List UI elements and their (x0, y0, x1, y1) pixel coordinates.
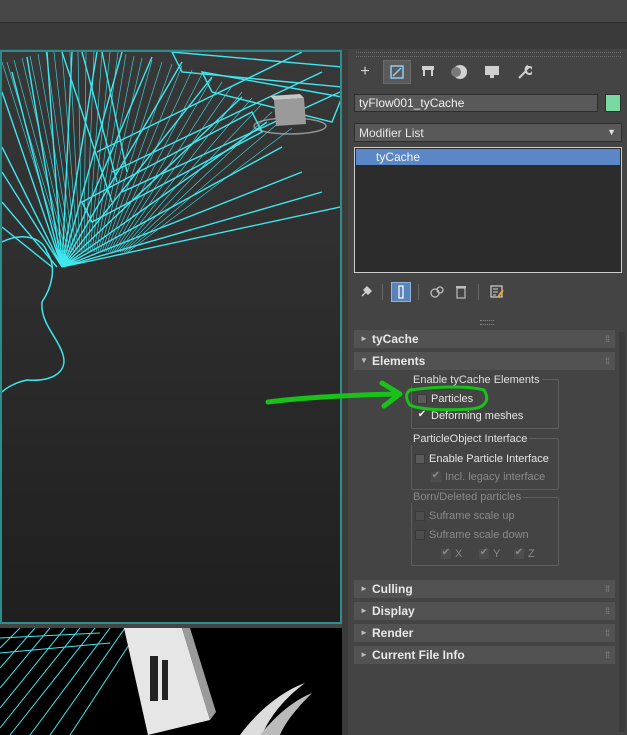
group-title: Enable tyCache Elements (411, 374, 542, 386)
splitter-grip[interactable] (480, 320, 494, 325)
viewport-wireframe (2, 52, 340, 393)
make-unique-icon[interactable] (427, 282, 447, 302)
rollout-render[interactable]: ► Render ⁞⁞ (354, 624, 615, 642)
viewport-perspective-wireframe (0, 628, 312, 735)
create-tab-icon[interactable]: + (351, 60, 379, 84)
show-end-result-icon[interactable] (391, 282, 411, 302)
drag-grip-icon[interactable]: ⁞⁞ (605, 330, 610, 348)
drag-grip-icon[interactable]: ⁞⁞ (605, 646, 610, 664)
configure-sets-icon[interactable] (487, 282, 507, 302)
motion-tab-icon[interactable] (446, 60, 474, 84)
object-name-input[interactable]: tyFlow001_tyCache (354, 94, 598, 112)
stack-item-tycache[interactable]: tyCache (356, 149, 620, 165)
collapsed-arrow-icon: ► (360, 334, 368, 343)
particles-checkbox[interactable]: Particles (417, 392, 473, 406)
deforming-meshes-checkbox[interactable]: ✔ Deforming meshes (417, 409, 524, 423)
collapsed-arrow-icon: ► (360, 628, 368, 637)
dropdown-arrow-icon: ▼ (607, 127, 616, 137)
panel-grip[interactable] (356, 52, 621, 57)
collapsed-arrow-icon: ► (360, 650, 368, 659)
axis-z-checkbox[interactable]: ✔ Z (514, 547, 535, 561)
utilities-tab-icon[interactable] (510, 60, 538, 84)
check-icon[interactable]: ✔ (441, 548, 451, 559)
hierarchy-tab-icon[interactable] (414, 60, 442, 84)
group-title: Born/Deleted particles (411, 491, 524, 503)
incl-legacy-checkbox[interactable]: ✔ Incl. legacy interface (431, 470, 545, 484)
separator (382, 284, 383, 300)
display-tab-icon[interactable] (478, 60, 506, 84)
main-toolbar (0, 0, 627, 22)
object-color-swatch[interactable] (605, 94, 621, 112)
modifier-stack[interactable] (354, 147, 622, 273)
remove-modifier-icon[interactable] (451, 282, 471, 302)
collapsed-arrow-icon: ► (360, 606, 368, 615)
viewport-perspective[interactable] (0, 628, 342, 735)
scale-up-checkbox[interactable]: Suframe scale up (415, 509, 515, 523)
motion-icon (451, 65, 467, 79)
scale-down-checkbox[interactable]: Suframe scale down (415, 528, 529, 542)
checkbox-unchecked[interactable] (415, 454, 425, 464)
check-icon[interactable]: ✔ (431, 471, 441, 482)
checkbox-unchecked[interactable] (415, 511, 425, 521)
panel-scrollbar[interactable] (619, 332, 625, 732)
hierarchy-icon (422, 66, 434, 76)
rollout-culling[interactable]: ► Culling ⁞⁞ (354, 580, 615, 598)
expanded-arrow-icon: ▼ (360, 356, 368, 365)
modifier-list-label: Modifier List (359, 126, 424, 140)
modify-tab-icon[interactable] (383, 60, 411, 84)
check-icon[interactable]: ✔ (417, 410, 427, 421)
separator (418, 284, 419, 300)
display-icon (485, 66, 499, 78)
drag-grip-icon[interactable]: ⁞⁞ (605, 352, 610, 370)
separator (478, 284, 479, 300)
check-icon[interactable]: ✔ (514, 548, 524, 559)
modifier-list-dropdown[interactable]: Modifier List ▼ (354, 123, 622, 142)
drag-grip-icon[interactable]: ⁞⁞ (605, 624, 610, 642)
axis-x-checkbox[interactable]: ✔ X (441, 547, 462, 561)
rollout-current-file-info[interactable]: ► Current File Info ⁞⁞ (354, 646, 615, 664)
secondary-toolbar (0, 22, 627, 49)
group-title: ParticleObject Interface (411, 433, 530, 445)
drag-grip-icon[interactable]: ⁞⁞ (605, 602, 610, 620)
viewport-front[interactable] (0, 50, 342, 624)
checkbox-unchecked[interactable] (415, 530, 425, 540)
check-icon[interactable]: ✔ (479, 548, 489, 559)
rollout-elements[interactable]: ▼ Elements ⁞⁞ (354, 352, 615, 370)
collapsed-arrow-icon: ► (360, 584, 368, 593)
checkbox-unchecked[interactable] (417, 394, 427, 404)
axis-y-checkbox[interactable]: ✔ Y (479, 547, 500, 561)
rollout-display[interactable]: ► Display ⁞⁞ (354, 602, 615, 620)
rollout-tycache[interactable]: ► tyCache ⁞⁞ (354, 330, 615, 348)
modify-icon (390, 65, 404, 79)
enable-particle-interface-checkbox[interactable]: Enable Particle Interface (415, 452, 549, 466)
wrench-icon (518, 65, 532, 79)
drag-grip-icon[interactable]: ⁞⁞ (605, 580, 610, 598)
pin-stack-icon[interactable] (356, 282, 376, 302)
